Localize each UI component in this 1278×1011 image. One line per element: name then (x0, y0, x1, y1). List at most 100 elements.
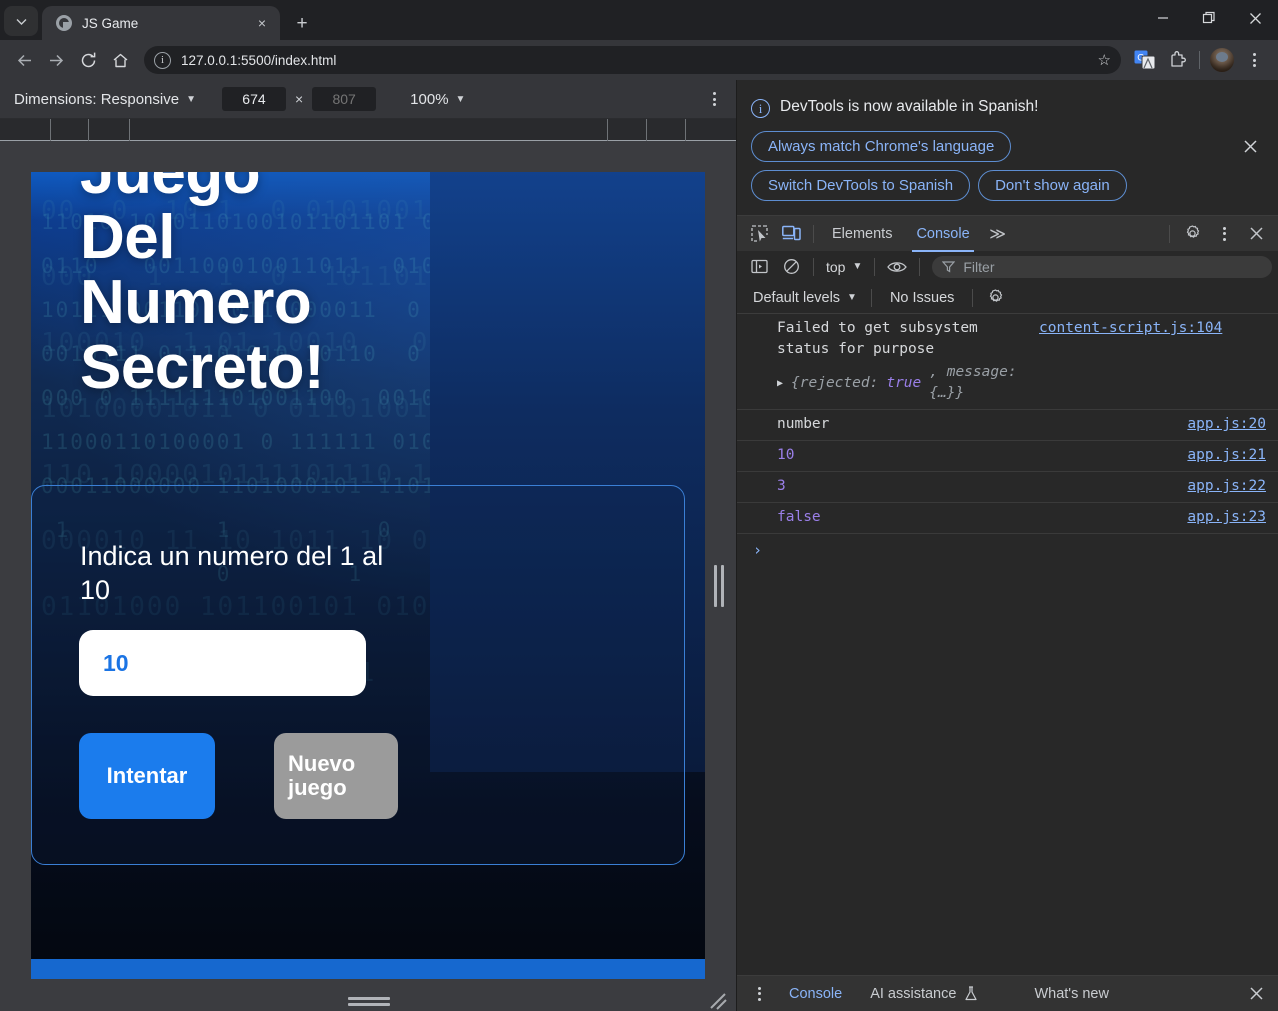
bookmark-star-icon[interactable]: ☆ (1090, 51, 1111, 69)
device-toolbar-more-button[interactable] (707, 88, 722, 110)
ruler-tick (88, 119, 89, 141)
vertical-resize-handle[interactable] (348, 997, 390, 1006)
emulated-page-viewport[interactable]: 11010 10 0110100101101101 0 1 0 0110 001… (31, 172, 705, 979)
drawer-tab-ai-assistance[interactable]: AI assistance (856, 976, 992, 1011)
console-source-link[interactable]: app.js:23 (1187, 507, 1266, 528)
tabbar-divider-2 (1169, 224, 1170, 243)
console-message[interactable]: Failed to get subsystem status for purpo… (737, 314, 1278, 410)
more-tabs-icon[interactable]: ≫ (982, 220, 1014, 248)
expand-triangle-icon[interactable]: ▶ (777, 373, 783, 394)
close-drawer-icon[interactable] (1240, 980, 1272, 1008)
zoom-chevron-down-icon[interactable]: ▼ (456, 94, 466, 105)
issues-counter[interactable]: No Issues (878, 290, 966, 306)
console-message-text: number (777, 416, 830, 432)
close-window-button[interactable] (1232, 2, 1278, 34)
profile-avatar[interactable] (1206, 44, 1238, 76)
tab-console[interactable]: Console (904, 216, 981, 252)
switch-to-spanish-button[interactable]: Switch DevTools to Spanish (751, 170, 971, 201)
notification-buttons: Always match Chrome's language Switch De… (751, 131, 1211, 201)
home-button[interactable] (104, 44, 136, 76)
console-prompt[interactable]: › (737, 534, 1278, 566)
console-message-text: Failed to get subsystem status for purpo… (777, 320, 978, 357)
toolbar-divider (1199, 51, 1200, 69)
devtools-panel: i DevTools is now available in Spanish! … (736, 80, 1278, 1011)
back-button[interactable] (8, 44, 40, 76)
chrome-menu-icon[interactable] (1238, 44, 1270, 76)
always-match-language-button[interactable]: Always match Chrome's language (751, 131, 1012, 162)
drawer-tab-console[interactable]: Console (775, 976, 856, 1011)
new-tab-button[interactable]: + (288, 9, 316, 37)
live-expression-icon[interactable] (881, 253, 913, 281)
new-game-button[interactable]: Nuevo juego (274, 733, 398, 819)
console-sidebar-icon[interactable] (743, 253, 775, 281)
viewport-height-input[interactable] (312, 87, 377, 111)
console-message[interactable]: number app.js:20 (737, 410, 1278, 441)
context-selector[interactable]: top ▼ (820, 259, 868, 275)
address-bar[interactable]: i 127.0.0.1:5500/index.html ☆ (144, 46, 1121, 74)
inspect-element-icon[interactable] (743, 220, 775, 248)
reload-button[interactable] (72, 44, 104, 76)
drawer-tab-whats-new[interactable]: What's new (1020, 976, 1123, 1011)
kebab-menu-icon[interactable] (1208, 220, 1240, 248)
tab-elements[interactable]: Elements (820, 216, 904, 252)
console-message[interactable]: 3 app.js:22 (737, 472, 1278, 503)
console-filter-input[interactable]: Filter (932, 255, 1272, 278)
corner-resize-handle[interactable] (708, 992, 728, 1010)
drawer-kebab-menu-icon[interactable] (743, 980, 775, 1008)
prompt-label: Indica un numero del 1 al 10 (80, 541, 384, 605)
forward-button[interactable] (40, 44, 72, 76)
console-object-preview[interactable]: ▶ {rejected: true , message: {…}} (777, 362, 1027, 404)
chevron-down-icon[interactable]: ▼ (186, 94, 196, 105)
tab-close-button[interactable]: × (252, 13, 272, 33)
page-bottom-bar (31, 959, 705, 979)
viewport-ruler (0, 119, 736, 141)
devtools-language-notification: i DevTools is now available in Spanish! … (737, 80, 1278, 215)
console-source-link[interactable]: app.js:20 (1187, 414, 1266, 435)
maximize-button[interactable] (1186, 2, 1232, 34)
console-message[interactable]: 10 app.js:21 (737, 441, 1278, 472)
number-input[interactable] (79, 630, 366, 696)
chevron-down-icon (16, 18, 26, 25)
device-dimensions-label[interactable]: Dimensions: Responsive (14, 91, 179, 108)
ruler-tick (129, 119, 130, 141)
minimize-button[interactable] (1140, 2, 1186, 34)
horizontal-resize-handle[interactable] (713, 560, 725, 612)
address-bar-url: 127.0.0.1:5500/index.html (181, 52, 337, 68)
levels-divider-2 (972, 288, 974, 307)
object-suffix: , message: {…}} (929, 364, 1017, 401)
ruler-tick (50, 119, 51, 141)
log-levels-label: Default levels (753, 289, 841, 306)
translate-icon[interactable]: G (1129, 44, 1161, 76)
viewport-width-input[interactable] (221, 87, 286, 111)
ruler-tick (685, 119, 686, 141)
console-source-link[interactable]: app.js:21 (1187, 445, 1266, 466)
tab-strip: JS Game × + (0, 0, 1278, 40)
console-settings-icon[interactable] (979, 284, 1011, 312)
try-button[interactable]: Intentar (79, 733, 215, 819)
console-message[interactable]: false app.js:23 (737, 503, 1278, 534)
site-info-icon[interactable]: i (154, 51, 171, 69)
device-toolbar-icon[interactable] (775, 220, 807, 248)
gear-icon[interactable] (1176, 220, 1208, 248)
console-message-text: false (777, 509, 821, 525)
drawer-tab-label: AI assistance (870, 985, 957, 1002)
clear-console-icon[interactable] (775, 253, 807, 281)
console-source-link[interactable]: app.js:22 (1187, 476, 1266, 497)
dont-show-again-button[interactable]: Don't show again (978, 170, 1127, 201)
notification-message: DevTools is now available in Spanish! (780, 98, 1039, 115)
extensions-icon[interactable] (1161, 44, 1193, 76)
notification-close-icon[interactable] (1236, 132, 1264, 160)
console-source-link[interactable]: content-script.js:104 (1039, 318, 1222, 339)
browser-tab[interactable]: JS Game × (42, 6, 280, 40)
flask-icon (965, 986, 978, 1001)
window-controls (1140, 0, 1278, 36)
close-devtools-icon[interactable] (1240, 220, 1272, 248)
tab-search-button[interactable] (4, 6, 38, 36)
zoom-level-label[interactable]: 100% (410, 91, 448, 108)
console-output[interactable]: Failed to get subsystem status for purpo… (737, 314, 1278, 975)
devtools-tab-bar: Elements Console ≫ (737, 215, 1278, 252)
chevron-down-icon: ▼ (847, 292, 857, 303)
chevron-down-icon: ▼ (852, 261, 863, 272)
filter-placeholder: Filter (963, 258, 995, 275)
log-levels-selector[interactable]: Default levels ▼ (745, 290, 865, 306)
